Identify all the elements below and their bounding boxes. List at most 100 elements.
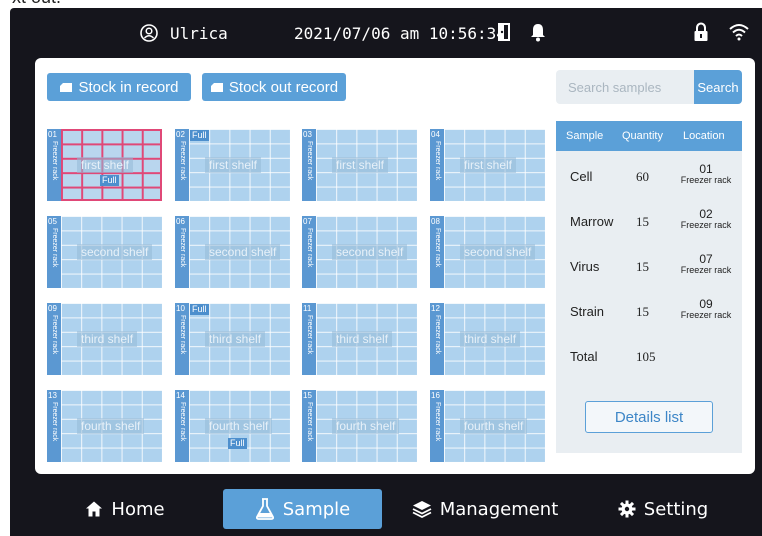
- rack-number: 05: [48, 217, 57, 226]
- freezer-rack-05[interactable]: 05 Freezer rack second shelf: [47, 216, 162, 288]
- shelf-label: first shelf: [77, 157, 134, 173]
- rack-number: 04: [431, 130, 440, 139]
- shelf-label: fourth shelf: [460, 418, 528, 434]
- nav-management[interactable]: Management: [410, 489, 560, 529]
- search-button[interactable]: Search: [694, 70, 742, 104]
- rack-strip: 01 Freezer rack: [47, 129, 61, 201]
- rack-strip: 08 Freezer rack: [430, 216, 444, 288]
- shelf-label: second shelf: [77, 244, 153, 260]
- rack-strip: 07 Freezer rack: [302, 216, 316, 288]
- shelf-label: fourth shelf: [332, 418, 400, 434]
- rack-number: 15: [303, 391, 312, 400]
- rack-number: 01: [48, 130, 57, 139]
- nav-home-label: Home: [111, 498, 165, 520]
- row-sample: Strain: [570, 304, 604, 319]
- flask-icon: [255, 498, 274, 520]
- freezer-rack-12[interactable]: 12 Freezer rack third shelf: [430, 303, 545, 375]
- rack-label: Freezer rack: [434, 315, 441, 355]
- freezer-rack-01[interactable]: 01 Freezer rack first shelf Full: [47, 129, 162, 201]
- row-quantity: 15: [636, 304, 649, 319]
- table-row[interactable]: Strain 15 09 Freezer rack: [556, 290, 742, 334]
- table-header: Sample Quantity Location: [556, 121, 742, 151]
- rack-strip: 06 Freezer rack: [175, 216, 189, 288]
- header-quantity: Quantity: [622, 130, 663, 142]
- freezer-rack-04[interactable]: 04 Freezer rack first shelf: [430, 129, 545, 201]
- freezer-rack-16[interactable]: 16 Freezer rack fourth shelf: [430, 390, 545, 462]
- header-sample: Sample: [566, 130, 604, 142]
- row-location: 02 Freezer rack: [680, 207, 732, 230]
- row-sample: Marrow: [570, 214, 614, 229]
- rack-strip: 10 Freezer rack: [175, 303, 189, 375]
- freezer-rack-03[interactable]: 03 Freezer rack first shelf: [302, 129, 417, 201]
- shelf-label: third shelf: [332, 331, 393, 347]
- search-box: Search: [556, 70, 742, 104]
- freezer-rack-10[interactable]: 10 Freezer rack third shelf Full: [175, 303, 290, 375]
- shelf-label: third shelf: [460, 331, 521, 347]
- nav-home[interactable]: Home: [70, 489, 180, 529]
- door-icon[interactable]: [496, 22, 512, 42]
- freezer-rack-02[interactable]: 02 Freezer rack first shelf Full: [175, 129, 290, 201]
- freezer-rack-11[interactable]: 11 Freezer rack third shelf: [302, 303, 417, 375]
- gear-icon: [618, 500, 636, 518]
- table-row[interactable]: Marrow 15 02 Freezer rack: [556, 200, 742, 244]
- rack-number: 13: [48, 391, 57, 400]
- rack-strip: 13 Freezer rack: [47, 390, 61, 462]
- freezer-rack-07[interactable]: 07 Freezer rack second shelf: [302, 216, 417, 288]
- rack-label: Freezer rack: [179, 228, 186, 268]
- layers-icon: [412, 501, 432, 518]
- lock-icon[interactable]: [693, 22, 709, 42]
- rack-number: 03: [303, 130, 312, 139]
- nav-sample[interactable]: Sample: [223, 489, 382, 529]
- freezer-rack-14[interactable]: 14 Freezer rack fourth shelf Full: [175, 390, 290, 462]
- details-list-button[interactable]: Details list: [585, 401, 713, 433]
- rack-number: 09: [48, 304, 57, 313]
- shelf-label: second shelf: [460, 244, 536, 260]
- rack-label: Freezer rack: [434, 228, 441, 268]
- rack-number: 06: [176, 217, 185, 226]
- rack-label: Freezer rack: [51, 141, 58, 181]
- shelf-label: second shelf: [205, 244, 281, 260]
- sample-summary-table: Sample Quantity Location Cell 60 01 Freez…: [556, 121, 742, 453]
- full-badge: Full: [190, 304, 209, 315]
- rack-label: Freezer rack: [306, 228, 313, 268]
- shelf-label: first shelf: [460, 157, 517, 173]
- freezer-rack-06[interactable]: 06 Freezer rack second shelf: [175, 216, 290, 288]
- rack-strip: 11 Freezer rack: [302, 303, 316, 375]
- status-bar: Ulrica 2021/07/06 am 10:56:34: [10, 8, 762, 58]
- rack-label: Freezer rack: [179, 402, 186, 442]
- shelf-label: fourth shelf: [205, 418, 273, 434]
- table-row[interactable]: Cell 60 01 Freezer rack: [556, 155, 742, 199]
- total-value: 105: [636, 349, 656, 364]
- search-input[interactable]: [556, 70, 694, 104]
- stock-in-record-button[interactable]: Stock in record: [47, 73, 191, 101]
- stock-out-record-button[interactable]: Stock out record: [202, 73, 346, 101]
- row-location: 07 Freezer rack: [680, 252, 732, 275]
- table-row[interactable]: Virus 15 07 Freezer rack: [556, 245, 742, 289]
- freezer-rack-08[interactable]: 08 Freezer rack second shelf: [430, 216, 545, 288]
- rack-strip: 16 Freezer rack: [430, 390, 444, 462]
- row-sample: Cell: [570, 169, 593, 184]
- row-quantity: 15: [636, 259, 649, 274]
- rack-label: Freezer rack: [51, 315, 58, 355]
- rack-strip: 12 Freezer rack: [430, 303, 444, 375]
- freezer-rack-15[interactable]: 15 Freezer rack fourth shelf: [302, 390, 417, 462]
- nav-sample-label: Sample: [282, 498, 351, 520]
- shelf-label: fourth shelf: [77, 418, 145, 434]
- stock-in-icon: [60, 83, 73, 92]
- nav-setting[interactable]: Setting: [608, 489, 718, 529]
- fragment-text: xt out.: [12, 0, 61, 8]
- freezer-rack-13[interactable]: 13 Freezer rack fourth shelf: [47, 390, 162, 462]
- rack-strip: 02 Freezer rack: [175, 129, 189, 201]
- full-badge: Full: [228, 438, 247, 449]
- home-icon: [86, 501, 103, 517]
- rack-number: 02: [176, 130, 185, 139]
- shelf-label: second shelf: [332, 244, 408, 260]
- freezer-rack-09[interactable]: 09 Freezer rack third shelf: [47, 303, 162, 375]
- sample-panel: Stock in record Stock out record Search …: [35, 58, 755, 474]
- rack-label: Freezer rack: [306, 402, 313, 442]
- rack-strip: 15 Freezer rack: [302, 390, 316, 462]
- shelf-label: third shelf: [77, 331, 138, 347]
- bell-icon[interactable]: [529, 22, 547, 42]
- row-location: 09 Freezer rack: [680, 297, 732, 320]
- nav-management-label: Management: [439, 498, 559, 520]
